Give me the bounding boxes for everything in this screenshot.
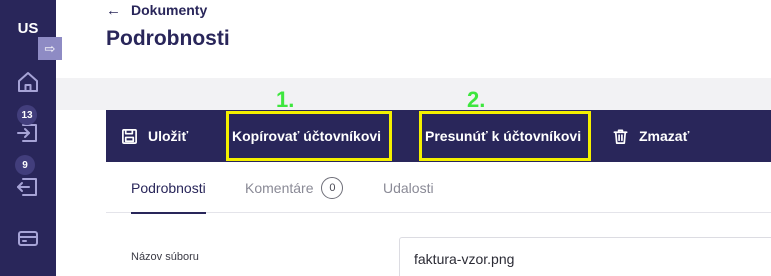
back-arrow-icon: ← — [106, 1, 121, 19]
inbox-out-icon — [17, 178, 37, 196]
floppy-disk-icon — [122, 128, 137, 144]
back-link-label: Dokumenty — [131, 2, 208, 18]
comments-count-badge: 0 — [321, 176, 344, 199]
collapse-arrow-icon: ⇨ — [44, 40, 56, 56]
avatar-initials: US — [17, 19, 39, 37]
tab-comments[interactable]: Komentáre 0 — [245, 162, 344, 213]
sidebar-item-payments[interactable] — [0, 216, 56, 260]
home-icon — [18, 72, 38, 92]
move-to-accountant-label: Presunúť k účtovníkovi — [425, 128, 582, 144]
filename-field[interactable]: faktura-vzor.png — [399, 237, 771, 276]
collapse-sidebar-button[interactable]: ⇨ — [38, 37, 62, 60]
save-button-label: Uložiť — [148, 128, 189, 144]
outgoing-count-badge: 9 — [15, 155, 35, 175]
tab-events[interactable]: Udalosti — [383, 162, 434, 213]
page-title: Podrobnosti — [106, 27, 230, 50]
move-to-accountant-button[interactable]: Presunúť k účtovníkovi — [425, 110, 581, 162]
document-toolbar: Uložiť Kopírovať účtovníkovi Presunúť k … — [106, 110, 771, 162]
tab-comments-label: Komentáre — [245, 179, 314, 196]
card-icon — [18, 231, 38, 246]
detail-tabs: Podrobnosti Komentáre 0 Udalosti — [106, 162, 771, 214]
tab-events-label: Udalosti — [383, 179, 434, 196]
save-button[interactable]: Uložiť — [121, 110, 188, 162]
delete-button[interactable]: Zmazať — [612, 110, 689, 162]
copy-to-accountant-button[interactable]: Kopírovať účtovníkovi — [232, 110, 381, 162]
tab-details-label: Podrobnosti — [131, 179, 206, 196]
delete-button-label: Zmazať — [639, 128, 690, 144]
incoming-count-badge: 13 — [17, 105, 37, 125]
header-divider-band — [56, 78, 771, 110]
back-link[interactable]: ← Dokumenty — [106, 0, 207, 20]
filename-value: faktura-vzor.png — [414, 251, 515, 267]
sidebar-item-home[interactable] — [0, 60, 56, 104]
trash-icon — [613, 129, 628, 144]
tab-details[interactable]: Podrobnosti — [131, 162, 206, 214]
filename-label: Názov súboru — [131, 251, 199, 263]
copy-to-accountant-label: Kopírovať účtovníkovi — [232, 128, 382, 144]
